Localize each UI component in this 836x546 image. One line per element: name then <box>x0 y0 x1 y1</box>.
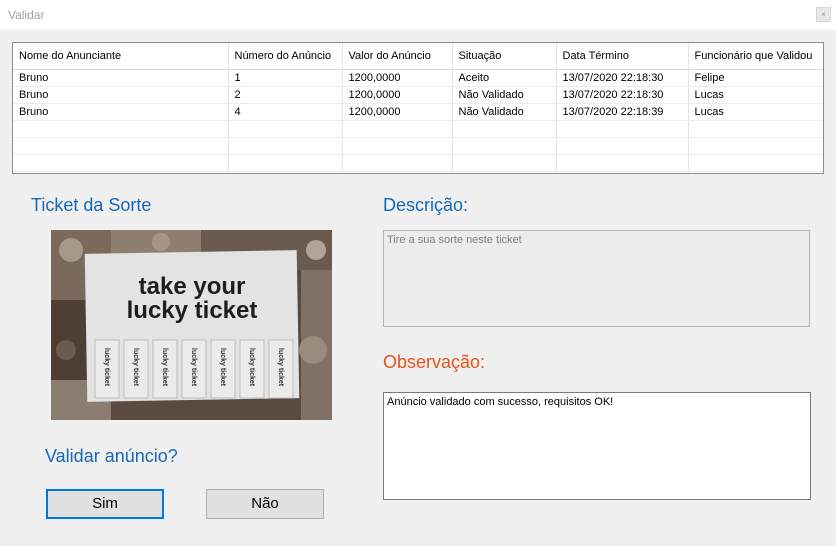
ads-grid[interactable]: Nome do Anunciante Número do Anúncio Val… <box>12 42 824 174</box>
ticket-image: take your lucky ticket lucky ticket lucky… <box>51 230 332 420</box>
sim-button[interactable]: Sim <box>46 489 164 519</box>
ticket-tab-text: lucky ticket <box>277 348 284 387</box>
ticket-tab-text: lucky ticket <box>190 348 197 387</box>
table-cell[interactable]: Aceito <box>452 69 557 87</box>
column-header-nome[interactable]: Nome do Anunciante <box>13 43 229 70</box>
column-header-numero[interactable]: Número do Anúncio <box>228 43 343 70</box>
table-cell[interactable]: 1200,0000 <box>342 103 453 121</box>
column-header-funcionario[interactable]: Funcionário que Validou <box>688 43 823 70</box>
ticket-tab-text: lucky ticket <box>103 348 110 387</box>
table-cell[interactable]: 1 <box>228 69 343 87</box>
close-icon: × <box>821 10 826 19</box>
table-cell[interactable]: Não Validado <box>452 103 557 121</box>
table-row[interactable]: Bruno 2 1200,0000 Não Validado 13/07/202… <box>13 86 823 104</box>
descricao-heading: Descrição: <box>383 195 469 215</box>
table-cell[interactable]: Lucas <box>688 103 823 121</box>
descricao-textbox[interactable]: Tire a sua sorte neste ticket <box>383 230 810 327</box>
ticket-heading: Ticket da Sorte <box>31 195 152 215</box>
table-row[interactable]: Bruno 4 1200,0000 Não Validado 13/07/202… <box>13 103 823 121</box>
table-cell[interactable]: Lucas <box>688 86 823 104</box>
table-cell[interactable]: 2 <box>228 86 343 104</box>
title-bar: Validar × <box>0 0 836 30</box>
empty-row <box>13 137 823 155</box>
close-button[interactable]: × <box>816 7 831 22</box>
ticket-tab-text: lucky ticket <box>248 348 255 387</box>
table-cell[interactable]: 4 <box>228 103 343 121</box>
empty-row <box>13 154 823 172</box>
table-cell[interactable]: 13/07/2020 22:18:30 <box>556 69 689 87</box>
ticket-tab-text: lucky ticket <box>161 348 168 387</box>
table-cell[interactable]: Bruno <box>13 103 229 121</box>
table-cell[interactable]: 13/07/2020 22:18:39 <box>556 103 689 121</box>
table-row[interactable]: Bruno 1 1200,0000 Aceito 13/07/2020 22:1… <box>13 69 823 87</box>
table-cell[interactable]: 1200,0000 <box>342 86 453 104</box>
nao-button[interactable]: Não <box>206 489 324 519</box>
empty-row <box>13 171 823 173</box>
column-header-valor[interactable]: Valor do Anúncio <box>342 43 453 70</box>
ticket-image-text-line1: take your <box>139 273 246 300</box>
table-cell[interactable]: 13/07/2020 22:18:30 <box>556 86 689 104</box>
observacao-textbox[interactable]: Anúncio validado com sucesso, requisitos… <box>383 392 811 500</box>
table-cell[interactable]: Bruno <box>13 86 229 104</box>
column-header-situacao[interactable]: Situação <box>452 43 557 70</box>
table-cell[interactable]: Felipe <box>688 69 823 87</box>
grid-header-row: Nome do Anunciante Número do Anúncio Val… <box>13 43 823 70</box>
table-cell[interactable]: Não Validado <box>452 86 557 104</box>
observacao-heading: Observação: <box>383 352 486 372</box>
validar-question: Validar anúncio? <box>45 446 178 466</box>
table-cell[interactable]: 1200,0000 <box>342 69 453 87</box>
column-header-data[interactable]: Data Término <box>556 43 689 70</box>
ticket-image-text-line2: lucky ticket <box>127 297 258 324</box>
window-title: Validar <box>8 8 45 22</box>
table-cell[interactable]: Bruno <box>13 69 229 87</box>
ticket-tabs: lucky ticket lucky ticket lucky ticket luck… <box>94 339 294 399</box>
ticket-tab-text: lucky ticket <box>219 348 226 387</box>
ticket-tab-text: lucky ticket <box>132 348 139 387</box>
empty-row <box>13 120 823 138</box>
